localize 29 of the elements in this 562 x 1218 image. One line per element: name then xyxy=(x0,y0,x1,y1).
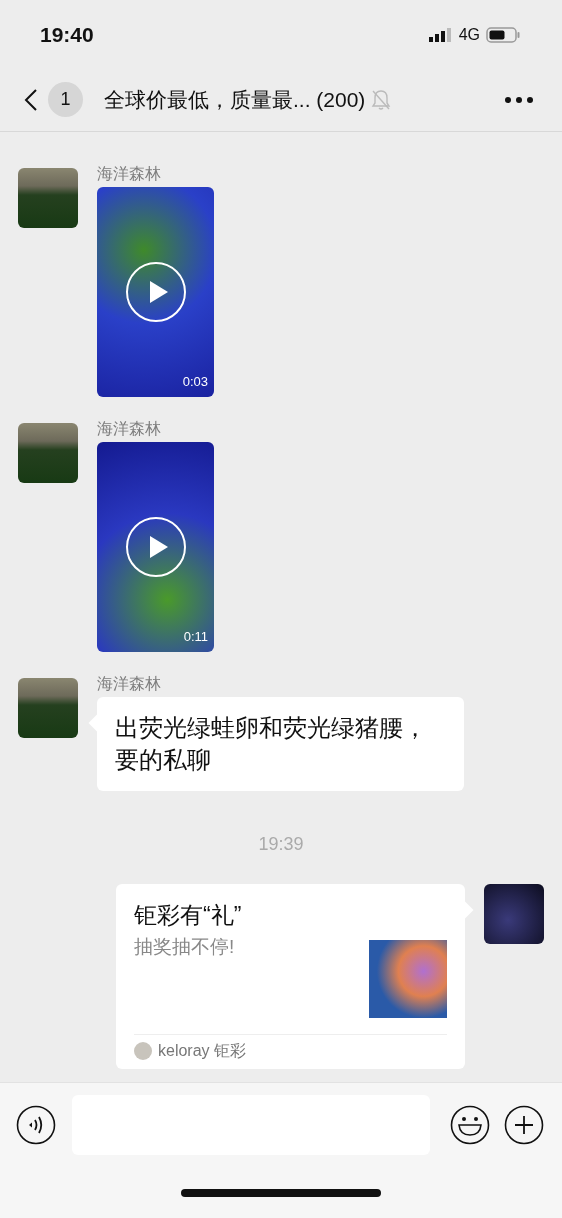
avatar[interactable] xyxy=(18,678,78,738)
network-label: 4G xyxy=(458,25,480,45)
emoji-icon[interactable] xyxy=(450,1105,490,1145)
battery-icon xyxy=(486,27,520,43)
video-duration: 0:03 xyxy=(182,372,208,391)
plus-icon[interactable] xyxy=(504,1105,544,1145)
signal-icon xyxy=(428,28,453,42)
video-duration: 0:11 xyxy=(183,627,208,646)
sender-name: 海洋森林 xyxy=(97,419,162,439)
source-icon xyxy=(134,1042,152,1060)
card-title: 钜彩有“礼” xyxy=(134,901,243,930)
card-description: 抽奖抽不停! xyxy=(134,935,235,959)
play-icon[interactable] xyxy=(125,261,187,323)
card-source: keloray 钜彩 xyxy=(158,1041,247,1061)
avatar[interactable] xyxy=(18,423,78,483)
sender-name: 海洋森林 xyxy=(97,164,162,184)
play-icon[interactable] xyxy=(125,516,187,578)
timestamp: 19:39 xyxy=(258,833,304,856)
avatar[interactable] xyxy=(18,168,78,228)
video-thumbnail[interactable]: 0:11 xyxy=(97,442,214,652)
back-icon[interactable] xyxy=(24,87,38,112)
status-time: 19:40 xyxy=(40,22,94,49)
unread-badge: 1 xyxy=(48,82,83,117)
voice-icon[interactable] xyxy=(16,1105,56,1145)
more-icon[interactable] xyxy=(504,95,534,104)
sender-name: 海洋森林 xyxy=(97,674,162,694)
link-card[interactable]: 钜彩有“礼” 抽奖抽不停! keloray 钜彩 xyxy=(116,884,465,1069)
video-thumbnail[interactable]: 0:03 xyxy=(97,187,214,397)
chat-title: 全球价最低，质量最... (200) xyxy=(104,86,366,113)
